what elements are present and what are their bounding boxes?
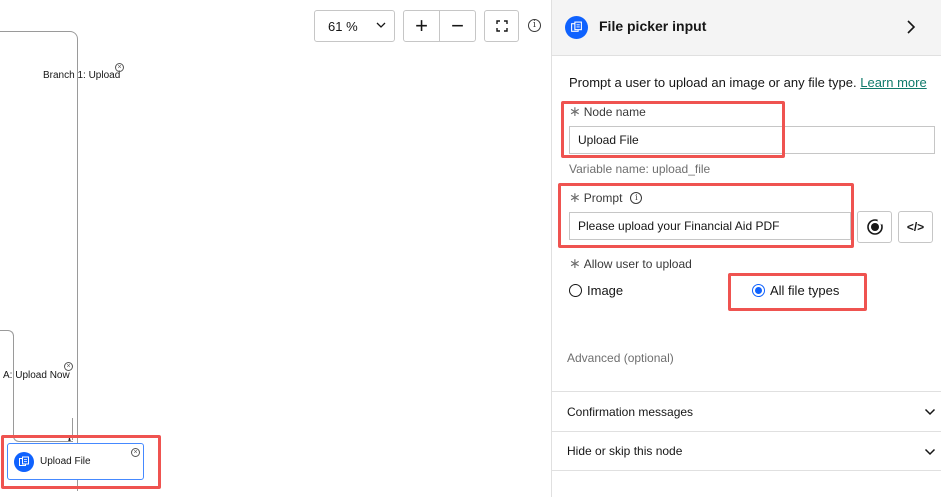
fit-to-screen-icon (495, 20, 508, 32)
chevron-right-icon[interactable] (904, 19, 918, 35)
highlight-box (561, 101, 785, 158)
chevron-down-icon (924, 408, 936, 416)
flow-canvas[interactable]: Branch 1: Upload × A: Upload Now × \/\/ … (0, 0, 551, 497)
zoom-in-button[interactable]: + (404, 11, 439, 41)
properties-panel: File picker input Prompt a user to uploa… (551, 0, 941, 497)
branch-label-upload-now: A: Upload Now (3, 370, 70, 381)
learn-more-link[interactable]: Learn more (860, 75, 926, 90)
highlight-box (1, 435, 161, 489)
file-picker-icon (565, 16, 588, 39)
variable-name-helper: Variable name: upload_file (569, 162, 711, 176)
branch-label-upload: Branch 1: Upload (43, 70, 121, 81)
accordion-title: Confirmation messages (567, 404, 694, 419)
remove-branch-icon[interactable]: × (64, 362, 73, 371)
chevron-down-icon (924, 448, 936, 456)
chevron-down-icon (376, 22, 386, 28)
zoom-out-button[interactable]: − (439, 11, 475, 41)
radio-circle (569, 284, 582, 297)
accordion-confirmation-messages[interactable]: Confirmation messages (552, 391, 941, 431)
advanced-section-toggle[interactable]: Advanced (optional) (567, 351, 674, 365)
ai-assist-button[interactable] (857, 211, 892, 243)
description-text: Prompt a user to upload an image or any … (569, 75, 857, 90)
fit-to-screen-button[interactable] (484, 10, 519, 42)
ai-assist-icon (866, 219, 883, 235)
required-asterisk-icon: ∗ (569, 255, 581, 271)
panel-description: Prompt a user to upload an image or any … (569, 75, 927, 90)
code-editor-button[interactable]: </> (898, 211, 933, 243)
panel-title: File picker input (599, 18, 707, 34)
radio-image[interactable]: Image (569, 283, 623, 298)
accordion-hide-skip-node[interactable]: Hide or skip this node (552, 431, 941, 471)
radio-image-label: Image (587, 283, 624, 298)
highlight-box (558, 183, 854, 248)
panel-header: File picker input (552, 0, 941, 56)
accordion-title: Hide or skip this node (567, 444, 683, 458)
info-icon[interactable]: i (528, 19, 541, 32)
allow-upload-label-text: Allow user to upload (583, 256, 692, 271)
zoom-value: 61 % (328, 18, 358, 34)
allow-upload-label: ∗ Allow user to upload (569, 255, 692, 272)
remove-branch-icon[interactable]: × (115, 63, 124, 72)
highlight-box (728, 273, 867, 311)
zoom-button-group: + − (403, 10, 476, 42)
zoom-select[interactable]: 61 % (314, 10, 395, 42)
